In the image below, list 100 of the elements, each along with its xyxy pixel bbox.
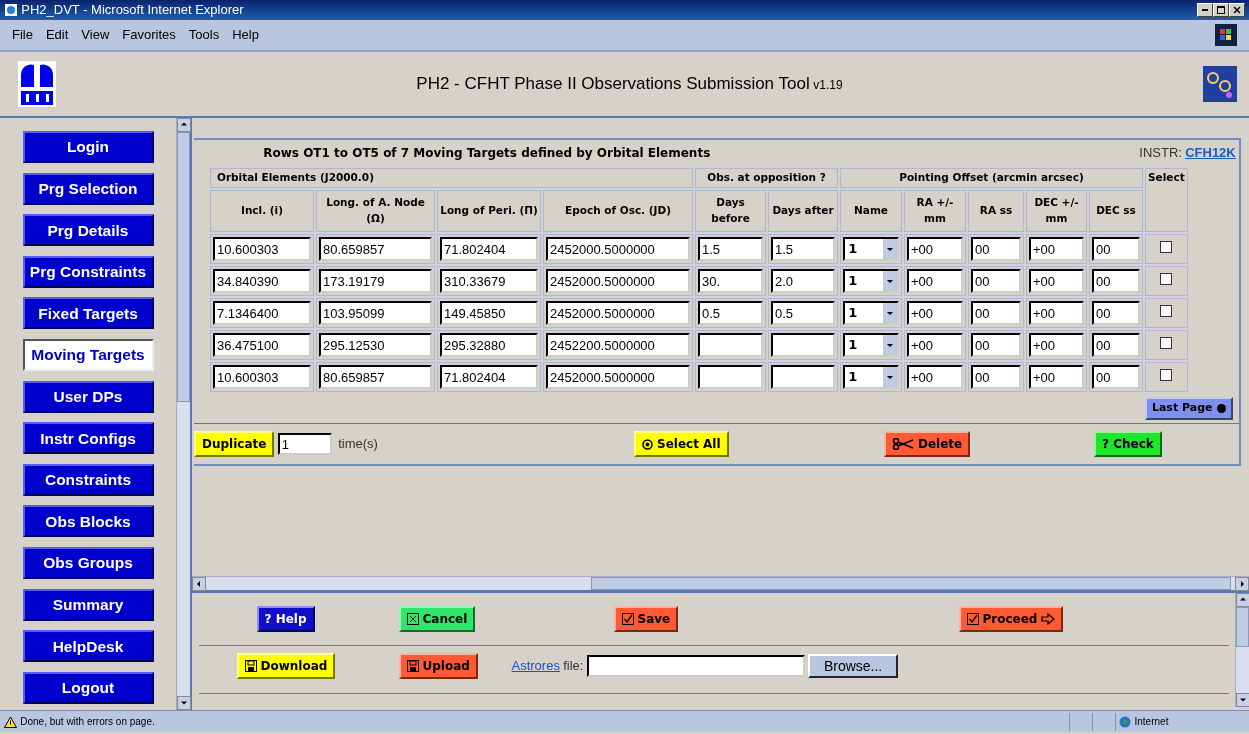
- dropdown[interactable]: 1: [843, 301, 899, 325]
- input-field[interactable]: 103.95099: [319, 301, 432, 325]
- menu-item[interactable]: View: [81, 25, 110, 45]
- input-field[interactable]: 2.0: [771, 269, 835, 293]
- help-button[interactable]: ? Help: [256, 606, 315, 632]
- delete-button[interactable]: Delete: [884, 431, 971, 457]
- horizontal-scrollbar[interactable]: [192, 576, 1249, 590]
- input-field[interactable]: 34.840390: [213, 269, 311, 293]
- sidebar-item[interactable]: User DPs: [22, 380, 154, 413]
- checkbox[interactable]: [1160, 272, 1173, 285]
- file-field[interactable]: [586, 655, 805, 677]
- input-field[interactable]: 00: [1092, 269, 1140, 293]
- sidebar-item[interactable]: Obs Blocks: [22, 505, 154, 538]
- duplicate-button[interactable]: Duplicate: [194, 431, 275, 457]
- input-field[interactable]: 2452000.5000000: [546, 269, 690, 293]
- sidebar-item[interactable]: Constraints: [22, 463, 154, 496]
- sidebar-item[interactable]: Fixed Targets: [22, 297, 154, 330]
- input-field[interactable]: 0.5: [698, 301, 763, 325]
- input-field[interactable]: 71.802404: [440, 237, 538, 261]
- minimize-button[interactable]: [1197, 3, 1213, 17]
- instrument-link[interactable]: CFH12K: [1185, 143, 1236, 163]
- menu-item[interactable]: Tools: [188, 25, 220, 45]
- dropdown[interactable]: 1: [843, 365, 899, 389]
- input-field[interactable]: 2452200.5000000: [546, 333, 690, 357]
- input-field[interactable]: 149.45850: [440, 301, 538, 325]
- input-field[interactable]: 295.32880: [440, 333, 538, 357]
- input-field[interactable]: [771, 333, 835, 357]
- input-field[interactable]: [771, 365, 835, 389]
- browse-button[interactable]: Browse...: [807, 654, 899, 678]
- sidebar-item[interactable]: Prg Details: [22, 214, 154, 247]
- input-field[interactable]: 10.600303: [213, 237, 311, 261]
- maximize-button[interactable]: [1213, 3, 1229, 17]
- input-field[interactable]: +00: [907, 237, 963, 261]
- dropdown[interactable]: 1: [843, 237, 899, 261]
- count-field[interactable]: 1: [277, 433, 332, 455]
- checkbox[interactable]: [1160, 240, 1173, 253]
- cancel-button[interactable]: Cancel: [398, 606, 476, 632]
- sidebar-item[interactable]: Login: [22, 131, 154, 163]
- input-field[interactable]: +00: [1029, 301, 1084, 325]
- last-page-button[interactable]: Last Page: [1144, 397, 1233, 420]
- checkbox[interactable]: [1160, 368, 1173, 381]
- input-field[interactable]: 1.5: [698, 237, 763, 261]
- sidebar-item[interactable]: Instr Configs: [22, 422, 154, 455]
- input-field[interactable]: 7.1346400: [213, 301, 311, 325]
- sidebar-item[interactable]: Summary: [22, 588, 154, 621]
- checkbox[interactable]: [1160, 304, 1173, 317]
- input-field[interactable]: 2452000.5000000: [546, 237, 690, 261]
- close-button[interactable]: [1229, 3, 1245, 17]
- input-field[interactable]: 80.659857: [319, 237, 432, 261]
- upload-button[interactable]: Upload: [398, 653, 478, 679]
- input-field[interactable]: 00: [1092, 333, 1140, 357]
- download-button[interactable]: Download: [236, 653, 336, 679]
- menu-item[interactable]: Edit: [45, 25, 69, 45]
- input-field[interactable]: 71.802404: [440, 365, 538, 389]
- input-field[interactable]: 00: [1092, 365, 1140, 389]
- input-field[interactable]: +00: [907, 365, 963, 389]
- sidebar-item[interactable]: Logout: [22, 671, 154, 704]
- input-field[interactable]: +00: [907, 269, 963, 293]
- input-field[interactable]: 10.600303: [213, 365, 311, 389]
- dropdown[interactable]: 1: [843, 333, 899, 357]
- sidebar-item[interactable]: Prg Selection: [22, 172, 154, 205]
- input-field[interactable]: [698, 365, 763, 389]
- input-field[interactable]: +00: [907, 333, 963, 357]
- sidebar-item[interactable]: Prg Constraints: [22, 255, 154, 288]
- input-field[interactable]: 36.475100: [213, 333, 311, 357]
- input-field[interactable]: 173.19179: [319, 269, 432, 293]
- menu-item[interactable]: File: [12, 25, 33, 45]
- input-field[interactable]: 00: [971, 365, 1021, 389]
- save-button[interactable]: Save: [613, 606, 679, 632]
- input-field[interactable]: 00: [971, 237, 1021, 261]
- vertical-scrollbar[interactable]: [176, 118, 190, 710]
- input-field[interactable]: +00: [1029, 269, 1084, 293]
- input-field[interactable]: 0.5: [771, 301, 835, 325]
- input-field[interactable]: 80.659857: [319, 365, 432, 389]
- input-field[interactable]: +00: [1029, 333, 1084, 357]
- astrores-link[interactable]: Astrores: [511, 656, 560, 676]
- input-field[interactable]: +00: [907, 301, 963, 325]
- checkbox[interactable]: [1160, 336, 1173, 349]
- dropdown[interactable]: 1: [843, 269, 899, 293]
- vertical-scrollbar[interactable]: [1235, 593, 1249, 707]
- menu-item[interactable]: Help: [232, 25, 259, 45]
- proceed-button[interactable]: Proceed: [958, 606, 1064, 632]
- input-field[interactable]: 00: [971, 333, 1021, 357]
- sidebar-item[interactable]: HelpDesk: [22, 630, 154, 663]
- input-field[interactable]: [698, 333, 763, 357]
- select-button[interactable]: Select All: [634, 431, 729, 457]
- input-field[interactable]: 30.: [698, 269, 763, 293]
- sidebar-item[interactable]: Moving Targets: [22, 338, 154, 371]
- input-field[interactable]: +00: [1029, 365, 1084, 389]
- input-field[interactable]: 310.33679: [440, 269, 538, 293]
- input-field[interactable]: 295.12530: [319, 333, 432, 357]
- sidebar-item[interactable]: Obs Groups: [22, 546, 154, 579]
- input-field[interactable]: 2452000.5000000: [546, 301, 690, 325]
- input-field[interactable]: +00: [1029, 237, 1084, 261]
- input-field[interactable]: 00: [971, 301, 1021, 325]
- input-field[interactable]: 00: [1092, 301, 1140, 325]
- menu-item[interactable]: Favorites: [122, 25, 176, 45]
- input-field[interactable]: 1.5: [771, 237, 835, 261]
- input-field[interactable]: 00: [971, 269, 1021, 293]
- input-field[interactable]: 00: [1092, 237, 1140, 261]
